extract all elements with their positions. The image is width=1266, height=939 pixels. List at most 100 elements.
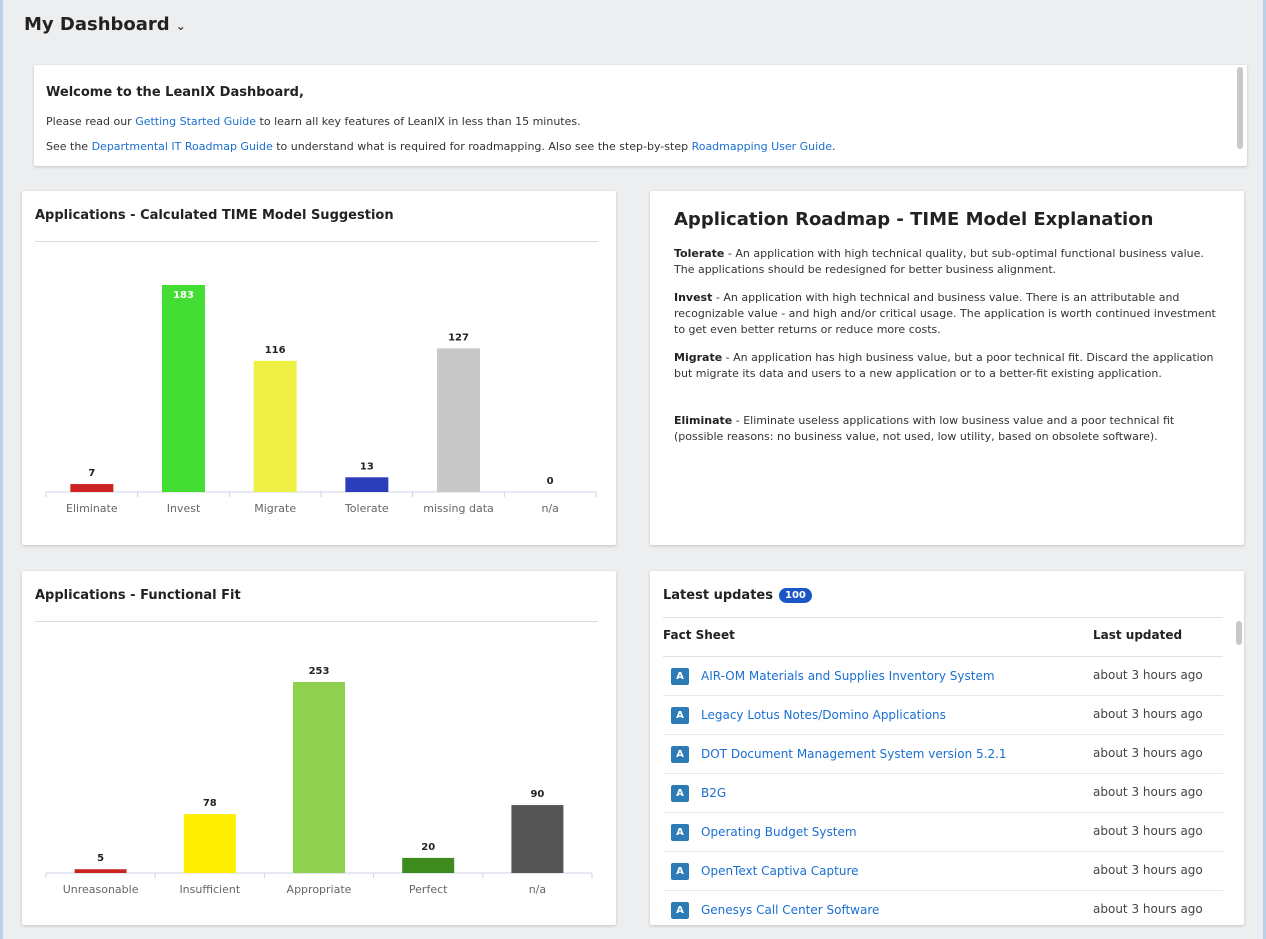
term: Migrate bbox=[674, 351, 723, 364]
category-label: missing data bbox=[423, 502, 494, 515]
welcome-title: Welcome to the LeanIX Dashboard, bbox=[46, 85, 304, 100]
time-model-bar-chart: 7 Eliminate 183 Invest 116 Migrate 13 Tolerate 1… bbox=[45, 285, 597, 515]
data-label: 7 bbox=[88, 468, 95, 479]
last-updated-value: about 3 hours ago bbox=[1093, 824, 1203, 838]
table-row[interactable]: A AIR-OM Materials and Supplies Inventory… bbox=[663, 657, 1223, 696]
bar-insufficient[interactable] bbox=[183, 814, 236, 873]
welcome-text: Please read our bbox=[46, 115, 136, 128]
chevron-down-icon[interactable]: ⌄ bbox=[176, 19, 186, 33]
bar-unreasonable[interactable] bbox=[74, 869, 127, 873]
updates-scrollbar[interactable] bbox=[1236, 621, 1242, 645]
table-row[interactable]: A B2G about 3 hours ago bbox=[663, 774, 1223, 813]
category-label: Insufficient bbox=[179, 883, 240, 896]
application-icon: A bbox=[671, 863, 689, 880]
application-icon: A bbox=[671, 785, 689, 802]
last-updated-value: about 3 hours ago bbox=[1093, 902, 1203, 916]
fact-sheet-link[interactable]: Legacy Lotus Notes/Domino Applications bbox=[701, 708, 946, 722]
category-label: n/a bbox=[529, 883, 546, 896]
bar-tolerate[interactable] bbox=[345, 477, 389, 492]
welcome-text: to learn all key features of LeanIX in l… bbox=[256, 115, 581, 128]
category-label: Perfect bbox=[409, 883, 448, 896]
term-text: - An application with high technical qua… bbox=[674, 247, 1204, 276]
functional-fit-chart-panel: Applications - Functional Fit 5 Unreasona… bbox=[22, 571, 616, 925]
last-updated-value: about 3 hours ago bbox=[1093, 746, 1203, 760]
last-updated-value: about 3 hours ago bbox=[1093, 668, 1203, 682]
last-updated-value: about 3 hours ago bbox=[1093, 707, 1203, 721]
fact-sheet-link[interactable]: DOT Document Management System version 5… bbox=[701, 747, 1007, 761]
data-label: 20 bbox=[421, 842, 435, 853]
welcome-scrollbar[interactable] bbox=[1237, 67, 1243, 149]
data-label: 0 bbox=[547, 476, 554, 487]
table-row[interactable]: A OpenText Captiva Capture about 3 hours a… bbox=[663, 852, 1223, 891]
functional-fit-bar-chart: 5 Unreasonable 78 Insufficient 253 Appropriat… bbox=[45, 666, 593, 896]
last-updated-value: about 3 hours ago bbox=[1093, 863, 1203, 877]
data-label: 5 bbox=[97, 853, 104, 864]
latest-updates-panel: Latest updates 100 Fact Sheet Last updat… bbox=[650, 571, 1244, 925]
col-fact-sheet[interactable]: Fact Sheet bbox=[663, 628, 735, 642]
term-text: - An application with high technical and… bbox=[674, 291, 1216, 336]
table-row[interactable]: A DOT Document Management System version … bbox=[663, 735, 1223, 774]
page-title: My Dashboard bbox=[24, 14, 170, 35]
bar-n-a[interactable] bbox=[511, 805, 564, 873]
data-label: 253 bbox=[309, 666, 330, 677]
bar-migrate[interactable] bbox=[253, 360, 297, 492]
explanation-invest: Invest - An application with high techni… bbox=[674, 290, 1219, 338]
application-icon: A bbox=[671, 746, 689, 763]
fact-sheet-link[interactable]: OpenText Captiva Capture bbox=[701, 864, 859, 878]
dashboard-selector[interactable]: My Dashboard ⌄ bbox=[24, 14, 186, 35]
table-row[interactable]: A Operating Budget System about 3 hours ag… bbox=[663, 813, 1223, 852]
data-label: 183 bbox=[173, 290, 194, 301]
term: Invest bbox=[674, 291, 713, 304]
bar-invest[interactable] bbox=[162, 285, 205, 492]
data-label: 127 bbox=[448, 332, 469, 343]
last-updated-value: about 3 hours ago bbox=[1093, 785, 1203, 799]
application-icon: A bbox=[671, 902, 689, 919]
category-label: Migrate bbox=[254, 502, 296, 515]
bar-missing-data[interactable] bbox=[437, 348, 480, 492]
data-label: 13 bbox=[360, 461, 374, 472]
application-icon: A bbox=[671, 668, 689, 685]
term: Eliminate bbox=[674, 414, 733, 427]
time-model-chart-panel: Applications - Calculated TIME Model Sug… bbox=[22, 191, 616, 545]
welcome-text: to understand what is required for roadm… bbox=[272, 140, 692, 153]
updates-count-badge: 100 bbox=[778, 588, 812, 603]
bar-eliminate[interactable] bbox=[70, 484, 114, 492]
fact-sheet-link[interactable]: B2G bbox=[701, 786, 726, 800]
updates-header: Latest updates 100 bbox=[663, 588, 812, 603]
divider bbox=[663, 617, 1223, 618]
welcome-text: See the bbox=[46, 140, 92, 153]
welcome-line-2: See the Departmental IT Roadmap Guide to… bbox=[46, 140, 835, 153]
welcome-line-1: Please read our Getting Started Guide to… bbox=[46, 115, 581, 128]
application-icon: A bbox=[671, 707, 689, 724]
category-label: Unreasonable bbox=[63, 883, 139, 896]
category-label: Tolerate bbox=[344, 502, 389, 515]
explanation-eliminate: Eliminate - Eliminate useless applicatio… bbox=[674, 413, 1219, 445]
data-label: 90 bbox=[530, 789, 544, 800]
time-model-explanation-panel: Application Roadmap - TIME Model Explana… bbox=[650, 191, 1244, 545]
fact-sheet-link[interactable]: Operating Budget System bbox=[701, 825, 857, 839]
term: Tolerate bbox=[674, 247, 725, 260]
category-label: Eliminate bbox=[66, 502, 118, 515]
data-label: 116 bbox=[265, 345, 286, 356]
fact-sheet-link[interactable]: AIR-OM Materials and Supplies Inventory … bbox=[701, 669, 995, 683]
fact-sheet-link[interactable]: Genesys Call Center Software bbox=[701, 903, 879, 917]
col-last-updated[interactable]: Last updated bbox=[1093, 628, 1182, 642]
explanation-title: Application Roadmap - TIME Model Explana… bbox=[674, 209, 1154, 230]
roadmap-guide-link[interactable]: Departmental IT Roadmap Guide bbox=[92, 140, 273, 153]
category-label: Appropriate bbox=[287, 883, 352, 896]
table-header: Fact Sheet Last updated bbox=[663, 628, 1223, 642]
data-label: 78 bbox=[203, 798, 217, 809]
getting-started-link[interactable]: Getting Started Guide bbox=[135, 115, 256, 128]
explanation-tolerate: Tolerate - An application with high tech… bbox=[674, 246, 1219, 278]
bar-appropriate[interactable] bbox=[293, 682, 345, 873]
updates-title: Latest updates bbox=[663, 588, 773, 603]
category-label: Invest bbox=[167, 502, 201, 515]
term-text: - Eliminate useless applications with lo… bbox=[674, 414, 1175, 443]
term-text: - An application has high business value… bbox=[674, 351, 1214, 380]
welcome-text: . bbox=[831, 140, 836, 153]
category-label: n/a bbox=[541, 502, 558, 515]
table-row[interactable]: A Legacy Lotus Notes/Domino Applications a… bbox=[663, 696, 1223, 735]
table-row[interactable]: A Genesys Call Center Software about 3 hou… bbox=[663, 891, 1223, 925]
bar-perfect[interactable] bbox=[402, 857, 455, 873]
roadmapping-user-guide-link[interactable]: Roadmapping User Guide bbox=[692, 140, 832, 153]
